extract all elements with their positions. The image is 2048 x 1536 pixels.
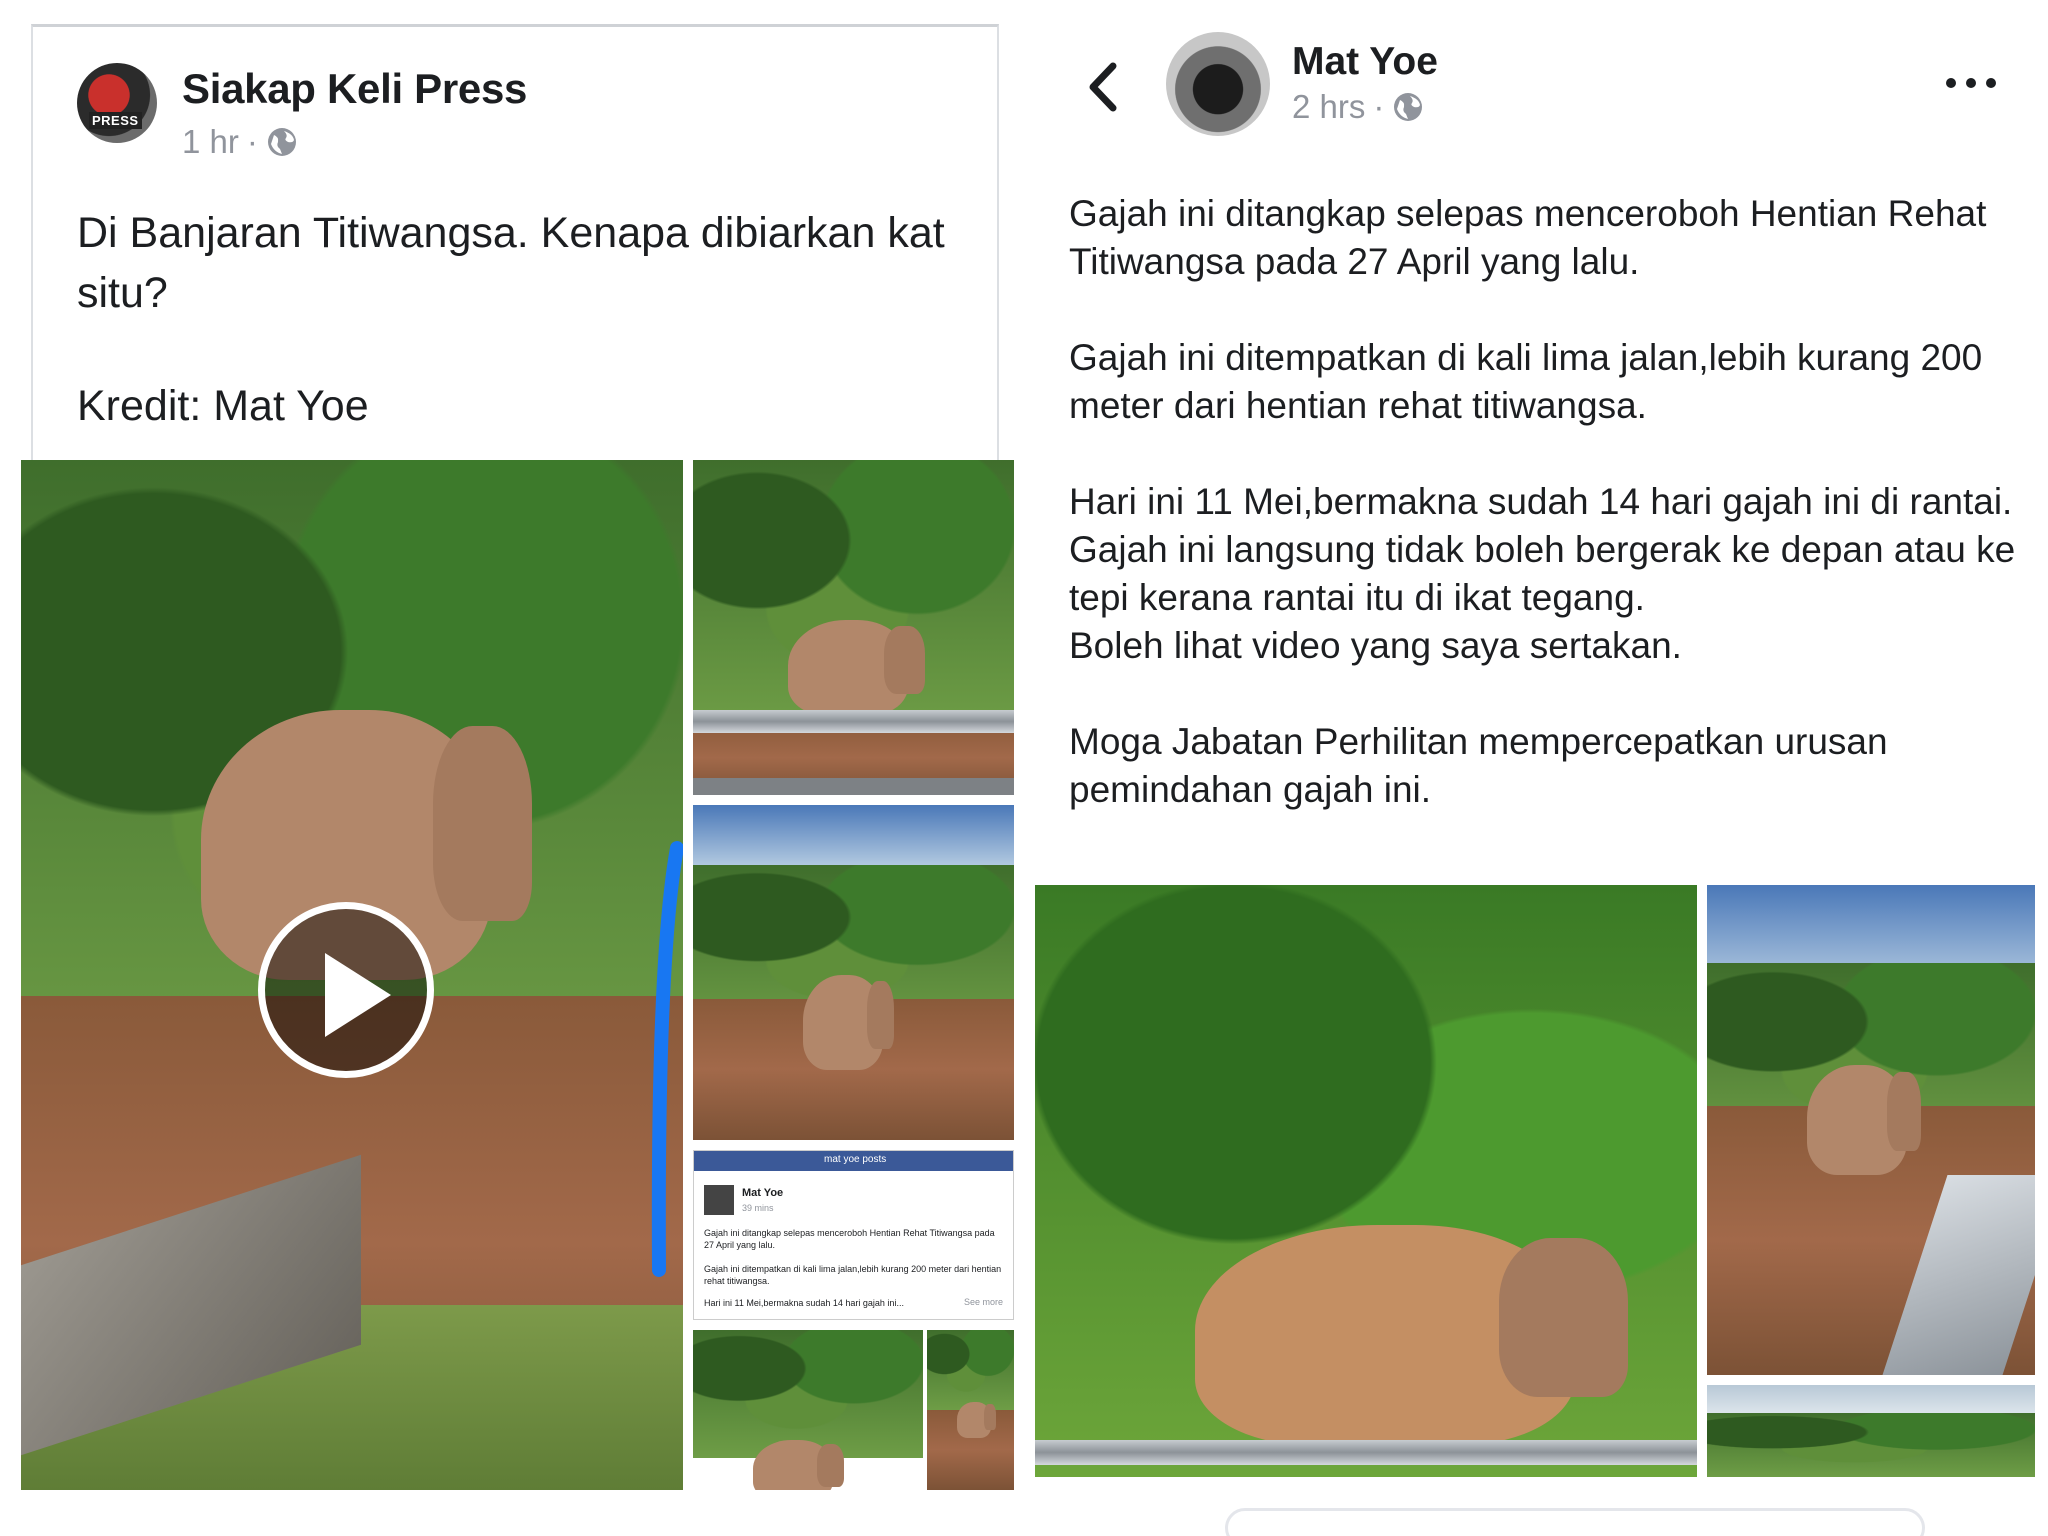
author-name[interactable]: Mat Yoe xyxy=(1292,40,1438,84)
photo-large[interactable] xyxy=(1035,885,1697,1477)
more-horizontal-icon[interactable] xyxy=(1941,70,2001,96)
mini-author: Mat Yoe xyxy=(742,1187,784,1199)
chevron-left-icon[interactable] xyxy=(1083,60,1123,114)
media-grid xyxy=(1035,885,2048,1505)
photo-thumbnail[interactable] xyxy=(693,1330,923,1490)
post-time[interactable]: 2 hrs xyxy=(1292,88,1365,126)
post-paragraph: Boleh lihat video yang saya sertakan. xyxy=(1069,625,1682,666)
mini-line-2: Gajah ini ditempatkan di kali lima jalan… xyxy=(704,1264,1002,1286)
mini-search: mat yoe posts xyxy=(824,1154,887,1165)
elephant-image xyxy=(1807,1065,1921,1175)
video-thumbnail[interactable] xyxy=(21,460,683,1490)
media-grid: mat yoe posts Mat Yoe 39 mins Gajah ini … xyxy=(21,460,1014,1514)
play-icon[interactable] xyxy=(258,902,434,1078)
elephant-image xyxy=(788,620,925,715)
avatar[interactable]: PRESS xyxy=(77,63,157,143)
post-meta: 2 hrs · xyxy=(1292,88,1424,126)
mini-line-3: Hari ini 11 Mei,bermakna sudah 14 hari g… xyxy=(704,1298,904,1308)
elephant-image xyxy=(1195,1225,1629,1445)
left-post: PRESS Siakap Keli Press 1 hr · Di Banjar… xyxy=(21,24,1014,1514)
author-name[interactable]: Siakap Keli Press xyxy=(182,65,527,113)
photo-thumbnail[interactable] xyxy=(1707,885,2035,1375)
post-paragraph: Gajah ini langsung tidak boleh bergerak … xyxy=(1069,529,2016,618)
photo-thumbnail[interactable] xyxy=(1707,1385,2035,1477)
comment-bar xyxy=(1095,1500,1975,1536)
mini-line-1: Gajah ini ditangkap selepas menceroboh H… xyxy=(704,1228,995,1250)
post-screenshot-thumbnail[interactable]: mat yoe posts Mat Yoe 39 mins Gajah ini … xyxy=(693,1150,1014,1320)
post-meta: 1 hr · xyxy=(182,123,298,161)
post-paragraph: Hari ini 11 Mei,bermakna sudah 14 hari g… xyxy=(1069,481,2013,522)
post-credit: Kredit: Mat Yoe xyxy=(77,382,369,430)
photo-thumbnail[interactable] xyxy=(693,460,1014,795)
meta-separator: · xyxy=(1373,88,1385,125)
annotation-arrow xyxy=(651,841,683,1277)
right-post: Mat Yoe 2 hrs · Gajah ini ditangkap sele… xyxy=(1035,0,2048,1536)
left-post-header-card: PRESS Siakap Keli Press 1 hr · Di Banjar… xyxy=(31,24,999,460)
photo-thumbnail[interactable] xyxy=(693,805,1014,1140)
globe-icon xyxy=(267,128,296,156)
elephant-image xyxy=(803,975,895,1070)
mini-time: 39 mins xyxy=(742,1203,774,1213)
meta-separator: · xyxy=(246,123,258,160)
elephant-image xyxy=(753,1440,845,1490)
post-text: Di Banjaran Titiwangsa. Kenapa dibiarkan… xyxy=(77,209,945,317)
post-body: Gajah ini ditangkap selepas menceroboh H… xyxy=(1069,190,2029,814)
mini-see-more: See more xyxy=(964,1297,1004,1307)
post-paragraph: Gajah ini ditangkap selepas menceroboh H… xyxy=(1069,193,1987,282)
photo-thumbnail[interactable] xyxy=(927,1330,1014,1490)
avatar[interactable] xyxy=(1166,32,1270,136)
comment-input[interactable] xyxy=(1225,1508,1925,1536)
post-paragraph: Gajah ini ditempatkan di kali lima jalan… xyxy=(1069,337,1983,426)
post-time[interactable]: 1 hr xyxy=(182,123,239,161)
avatar-press-text: PRESS xyxy=(89,112,142,129)
elephant-image xyxy=(957,1402,996,1438)
globe-icon xyxy=(1394,93,1423,121)
post-paragraph: Moga Jabatan Perhilitan mempercepatkan u… xyxy=(1069,721,1888,810)
